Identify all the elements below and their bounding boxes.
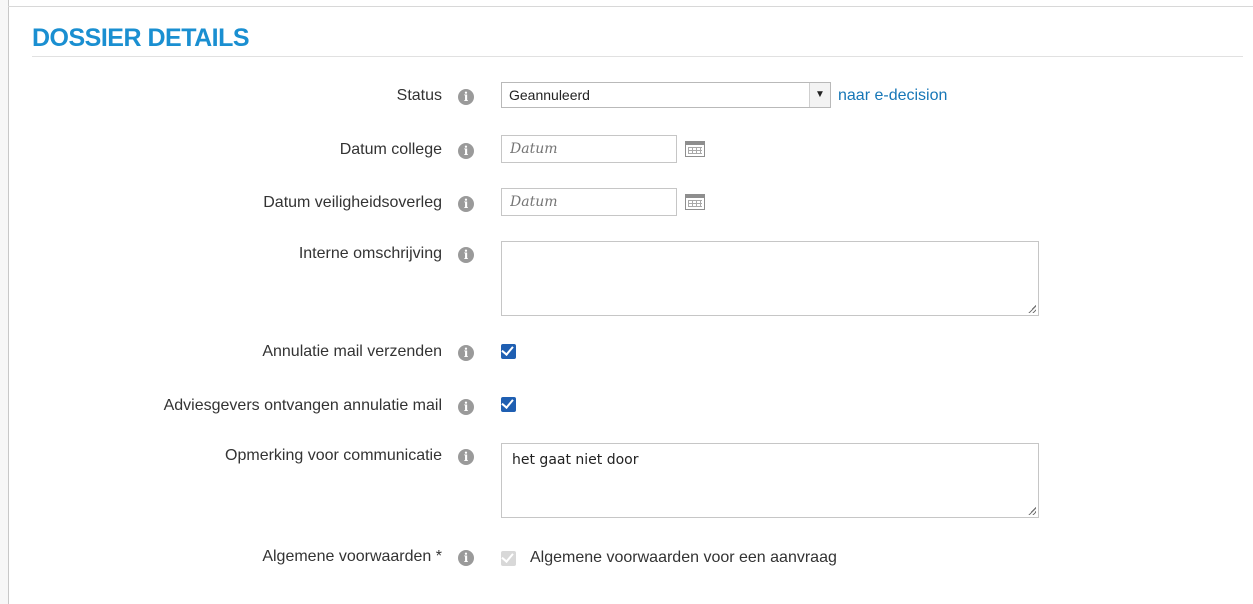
dossier-details-panel: DOSSIER DETAILS Status i Geannuleerd ▼ n… — [32, 16, 1243, 604]
title-divider — [32, 56, 1243, 57]
datum-veiligheidsoverleg-label: Datum veiligheidsoverleg — [263, 194, 442, 211]
info-icon[interactable]: i — [458, 399, 474, 415]
opmerking-row: Opmerking voor communicatie i het gaat n… — [32, 443, 1243, 523]
datum-college-row: Datum college i — [32, 135, 1243, 169]
algemene-voorwaarden-label: Algemene voorwaarden * — [262, 548, 442, 565]
datum-veiligheidsoverleg-row: Datum veiligheidsoverleg i — [32, 188, 1243, 222]
adviesgevers-mail-label: Adviesgevers ontvangen annulatie mail — [163, 397, 442, 414]
algemene-voorwaarden-row: Algemene voorwaarden * i Algemene voorwa… — [32, 546, 1243, 570]
status-select-value: Geannuleerd — [509, 87, 590, 103]
algemene-voorwaarden-checkbox — [501, 550, 516, 566]
page-title: DOSSIER DETAILS — [32, 24, 250, 52]
status-label: Status — [396, 87, 442, 104]
annulatie-mail-field — [501, 343, 516, 359]
datum-veiligheidsoverleg-input[interactable] — [501, 188, 677, 216]
info-icon[interactable]: i — [458, 89, 474, 105]
info-icon[interactable]: i — [458, 247, 474, 263]
opmerking-textarea[interactable]: het gaat niet door — [501, 443, 1039, 518]
resize-handle-icon[interactable] — [1028, 507, 1036, 515]
algemene-voorwaarden-option-label: Algemene voorwaarden voor een aanvraag — [530, 549, 837, 566]
adviesgevers-mail-field — [501, 396, 516, 412]
datum-college-field — [501, 135, 705, 163]
opmerking-label: Opmerking voor communicatie — [225, 447, 442, 464]
interne-omschrijving-row: Interne omschrijving i — [32, 241, 1243, 321]
info-icon[interactable]: i — [458, 196, 474, 212]
opmerking-field: het gaat niet door — [501, 443, 1039, 518]
window-top-border — [8, 6, 1253, 7]
datum-college-label: Datum college — [339, 141, 442, 158]
algemene-voorwaarden-field: Algemene voorwaarden voor een aanvraag — [501, 549, 837, 566]
status-select[interactable]: Geannuleerd ▼ — [501, 82, 831, 108]
calendar-icon[interactable] — [685, 194, 705, 210]
annulatie-mail-label: Annulatie mail verzenden — [262, 343, 442, 360]
annulatie-mail-row: Annulatie mail verzenden i — [32, 341, 1243, 365]
naar-e-decision-link[interactable]: naar e-decision — [838, 87, 947, 105]
info-icon[interactable]: i — [458, 345, 474, 361]
info-icon[interactable]: i — [458, 449, 474, 465]
datum-college-input[interactable] — [501, 135, 677, 163]
annulatie-mail-checkbox[interactable] — [501, 343, 516, 359]
resize-handle-icon[interactable] — [1028, 305, 1036, 313]
window-left-border — [0, 0, 9, 604]
interne-omschrijving-label: Interne omschrijving — [298, 245, 442, 262]
info-icon[interactable]: i — [458, 550, 474, 566]
info-icon[interactable]: i — [458, 143, 474, 159]
datum-veiligheidsoverleg-field — [501, 188, 705, 216]
interne-omschrijving-textarea[interactable] — [501, 241, 1039, 316]
chevron-down-icon[interactable]: ▼ — [809, 83, 830, 107]
adviesgevers-mail-row: Adviesgevers ontvangen annulatie mail i — [32, 395, 1243, 419]
interne-omschrijving-field — [501, 241, 1039, 316]
calendar-icon[interactable] — [685, 141, 705, 157]
adviesgevers-mail-checkbox[interactable] — [501, 396, 516, 412]
status-row: Status i Geannuleerd ▼ naar e-decision — [32, 80, 1243, 114]
